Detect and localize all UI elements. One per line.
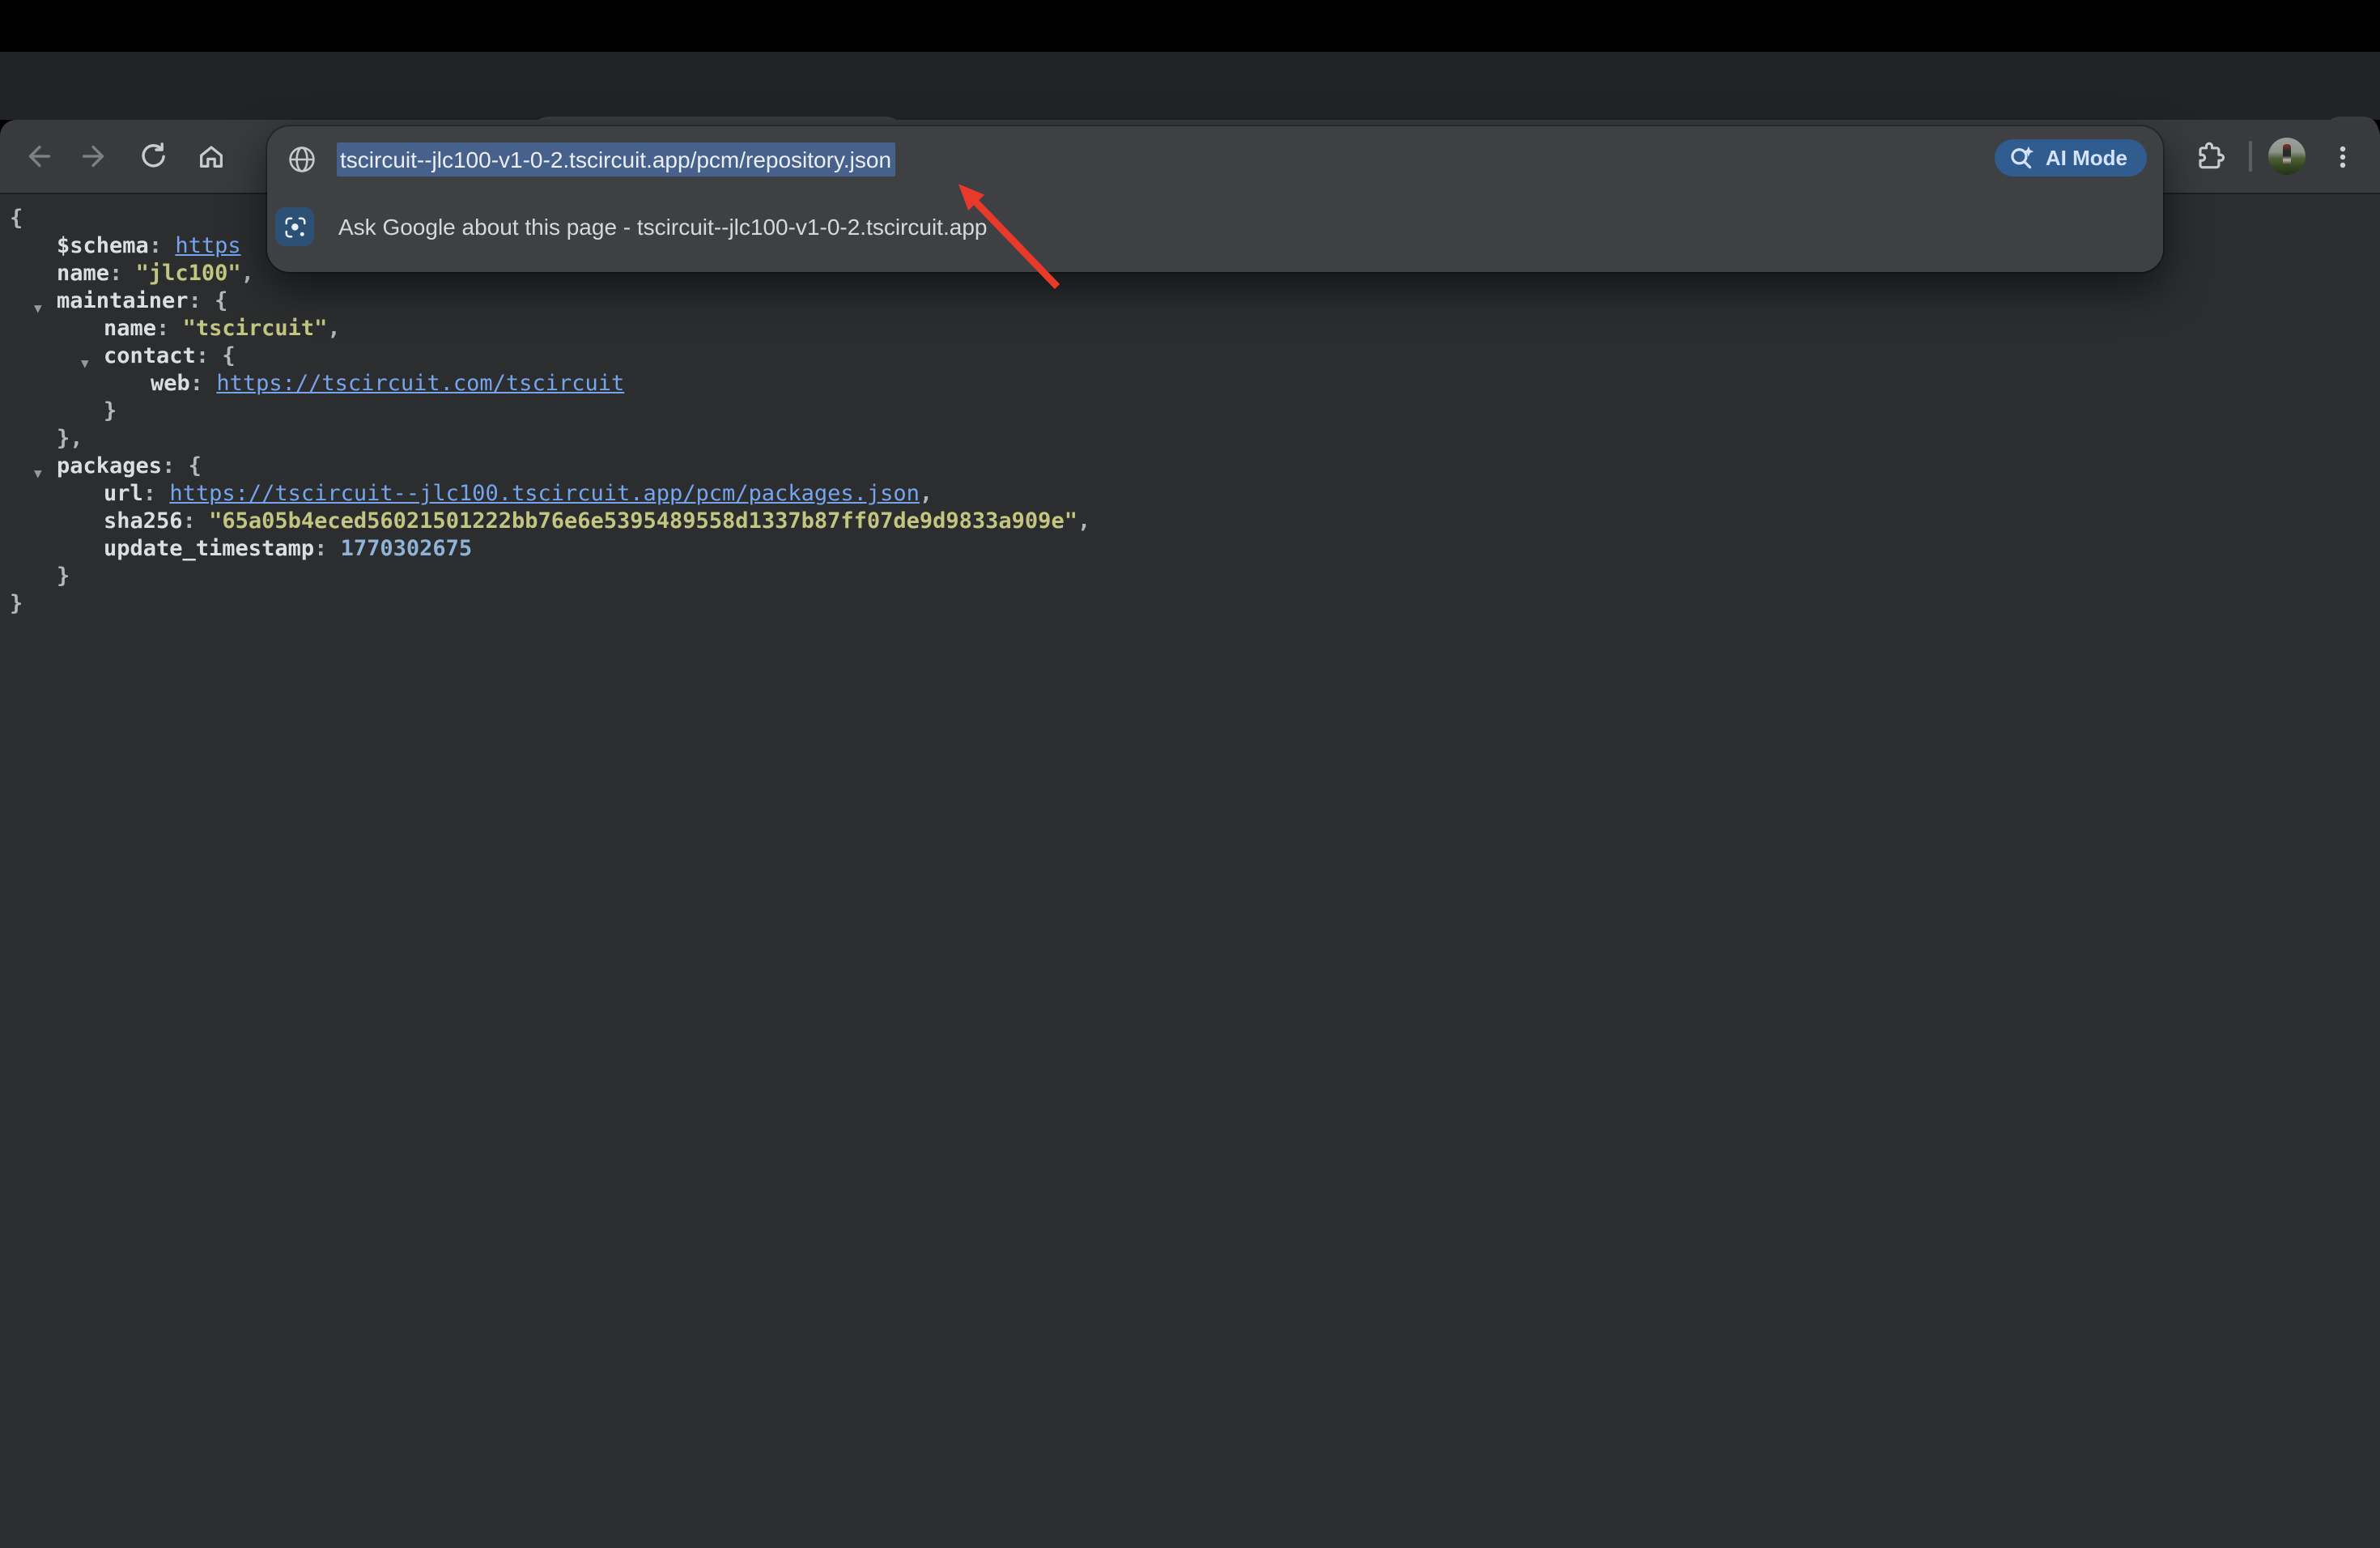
url-input[interactable]: tscircuit--jlc100-v1-0-2.tscircuit.app/p… [337, 146, 895, 172]
json-link[interactable]: https [175, 233, 240, 259]
json-line: ▼contact: { [0, 343, 2380, 371]
suggestion-text: Ask Google about this page - tscircuit--… [338, 214, 987, 240]
url-bar[interactable]: tscircuit--jlc100-v1-0-2.tscircuit.app/p… [267, 126, 2163, 191]
json-line: url: https://tscircuit--jlc100.tscircuit… [0, 481, 2380, 508]
json-line: ▼maintainer: { [0, 288, 2380, 316]
json-line: sha256: "65a05b4eced56021501222bb76e6e53… [0, 508, 2380, 536]
globe-icon [288, 145, 316, 172]
three-dot-menu-icon [2330, 143, 2356, 169]
json-line: } [0, 563, 2380, 591]
json-token: url [104, 481, 143, 507]
json-line: } [0, 398, 2380, 426]
google-lens-icon [275, 207, 314, 246]
json-token: : [143, 481, 170, 507]
json-token: $schema [57, 233, 149, 259]
ai-mode-label: AI Mode [2046, 146, 2127, 170]
json-token: , [327, 316, 340, 342]
json-token: : [156, 316, 183, 342]
reload-button[interactable] [125, 128, 180, 183]
json-line: update_timestamp: 1770302675 [0, 536, 2380, 563]
profile-avatar[interactable] [2268, 138, 2306, 175]
extensions-button[interactable] [2184, 132, 2233, 181]
json-line: }, [0, 426, 2380, 453]
home-button[interactable] [183, 128, 238, 183]
json-line: name: "tscircuit", [0, 316, 2380, 343]
json-token: packages [57, 453, 162, 479]
json-token: } [104, 398, 117, 424]
json-line: web: https://tscircuit.com/tscircuit [0, 371, 2380, 398]
json-token: : [149, 233, 176, 259]
json-token: : [190, 371, 217, 397]
json-token: }, [57, 426, 83, 452]
json-token: : { [196, 343, 236, 369]
back-button[interactable] [10, 128, 65, 183]
json-link[interactable]: https://tscircuit--jlc100.tscircuit.app/… [169, 481, 920, 507]
json-token: , [1077, 508, 1090, 534]
json-token: "jlc100" [136, 261, 241, 287]
json-token: contact [104, 343, 196, 369]
json-token: : [314, 536, 341, 562]
json-token: { [10, 206, 23, 232]
json-token: maintainer [57, 288, 189, 314]
json-token: : { [162, 453, 202, 479]
menu-bar-area [0, 0, 2380, 52]
omnibox-suggestion[interactable]: Ask Google about this page - tscircuit--… [267, 194, 2163, 259]
json-link[interactable]: https://tscircuit.com/tscircuit [216, 371, 624, 397]
json-token: web [151, 371, 190, 397]
forward-button[interactable] [66, 128, 121, 183]
ai-mode-icon [2008, 144, 2036, 172]
json-token: update_timestamp [104, 536, 314, 562]
omnibox-popup: tscircuit--jlc100-v1-0-2.tscircuit.app/p… [267, 126, 2163, 272]
puzzle-icon [2191, 139, 2225, 173]
json-token: "65a05b4eced56021501222bb76e6e5395489558… [209, 508, 1077, 534]
json-token: : { [189, 288, 228, 314]
json-token: : [109, 261, 136, 287]
browser-window: ts tscircuit/jlc100 - tscircuit https://… [0, 0, 2380, 1548]
json-token: sha256 [104, 508, 183, 534]
json-token: : [183, 508, 210, 534]
json-line: ▼packages: { [0, 453, 2380, 481]
json-token: 1770302675 [341, 536, 473, 562]
ai-mode-button[interactable]: AI Mode [1995, 139, 2147, 176]
toolbar-divider [2249, 141, 2252, 172]
json-token: , [241, 261, 254, 287]
browser-content-window: {$schema: httpsname: "jlc100",▼maintaine… [0, 120, 2380, 1548]
json-token: } [57, 563, 70, 589]
json-token: name [57, 261, 109, 287]
json-token: , [920, 481, 933, 507]
json-token: } [10, 591, 23, 617]
tab-strip: ts tscircuit/jlc100 - tscircuit https://… [0, 52, 2380, 120]
json-line: } [0, 591, 2380, 619]
browser-menu-button[interactable] [2318, 132, 2367, 181]
json-token: name [104, 316, 156, 342]
json-token: "tscircuit" [183, 316, 328, 342]
